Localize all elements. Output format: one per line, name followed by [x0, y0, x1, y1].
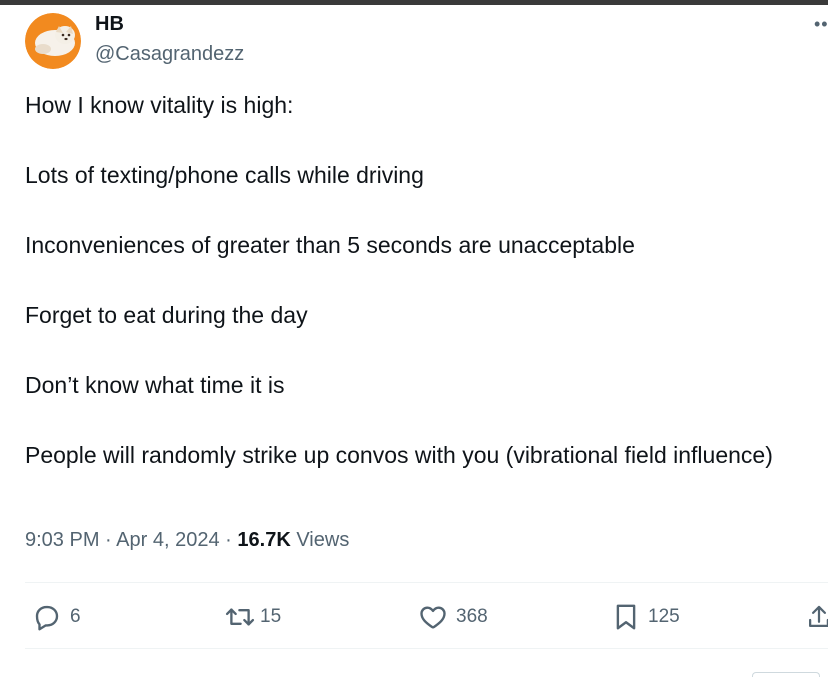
- tweet-line: Don’t know what time it is: [25, 372, 285, 398]
- author-handle[interactable]: @Casagrandezz: [95, 43, 244, 66]
- repost-button[interactable]: 15: [224, 597, 281, 637]
- avatar[interactable]: [25, 13, 81, 69]
- author-display-name[interactable]: HB: [95, 13, 124, 36]
- window-top-edge: [0, 0, 828, 5]
- heart-icon: [420, 606, 446, 629]
- divider: [25, 582, 828, 583]
- reply-count: 6: [70, 606, 81, 627]
- share-button[interactable]: [806, 597, 828, 637]
- tweet-line: Inconveniences of greater than 5 seconds…: [25, 232, 635, 258]
- tweet-text: How I know vitality is high: Lots of tex…: [25, 88, 785, 473]
- divider: [25, 648, 828, 649]
- repost-count: 15: [260, 606, 282, 627]
- views-label: Views: [296, 529, 350, 551]
- tweet-line: How I know vitality is high:: [25, 92, 294, 118]
- tweet-line: Forget to eat during the day: [25, 302, 308, 328]
- bookmark-icon: [616, 604, 636, 630]
- tweet-time[interactable]: 9:03 PM: [25, 529, 99, 551]
- bookmark-count: 125: [648, 606, 680, 627]
- tweet-date[interactable]: Apr 4, 2024: [116, 529, 219, 551]
- views-count: 16.7K: [237, 529, 291, 551]
- avatar-image: [25, 13, 81, 69]
- tweet-meta: 9:03 PM · Apr 4, 2024 · 16.7K Views: [25, 529, 349, 552]
- bookmark-button[interactable]: 125: [612, 597, 680, 637]
- next-section-edge: [752, 672, 820, 677]
- tweet-line: Lots of texting/phone calls while drivin…: [25, 162, 424, 188]
- meta-separator: ·: [105, 529, 112, 551]
- meta-separator: ·: [225, 529, 232, 551]
- like-button[interactable]: 368: [418, 597, 488, 637]
- reply-button[interactable]: 6: [32, 597, 81, 637]
- more-icon[interactable]: ••: [814, 14, 828, 35]
- like-count: 368: [456, 606, 488, 627]
- tweet-line: People will randomly strike up convos wi…: [25, 442, 773, 468]
- share-icon: [809, 605, 828, 627]
- reply-icon: [35, 605, 59, 631]
- repost-icon: [225, 608, 255, 626]
